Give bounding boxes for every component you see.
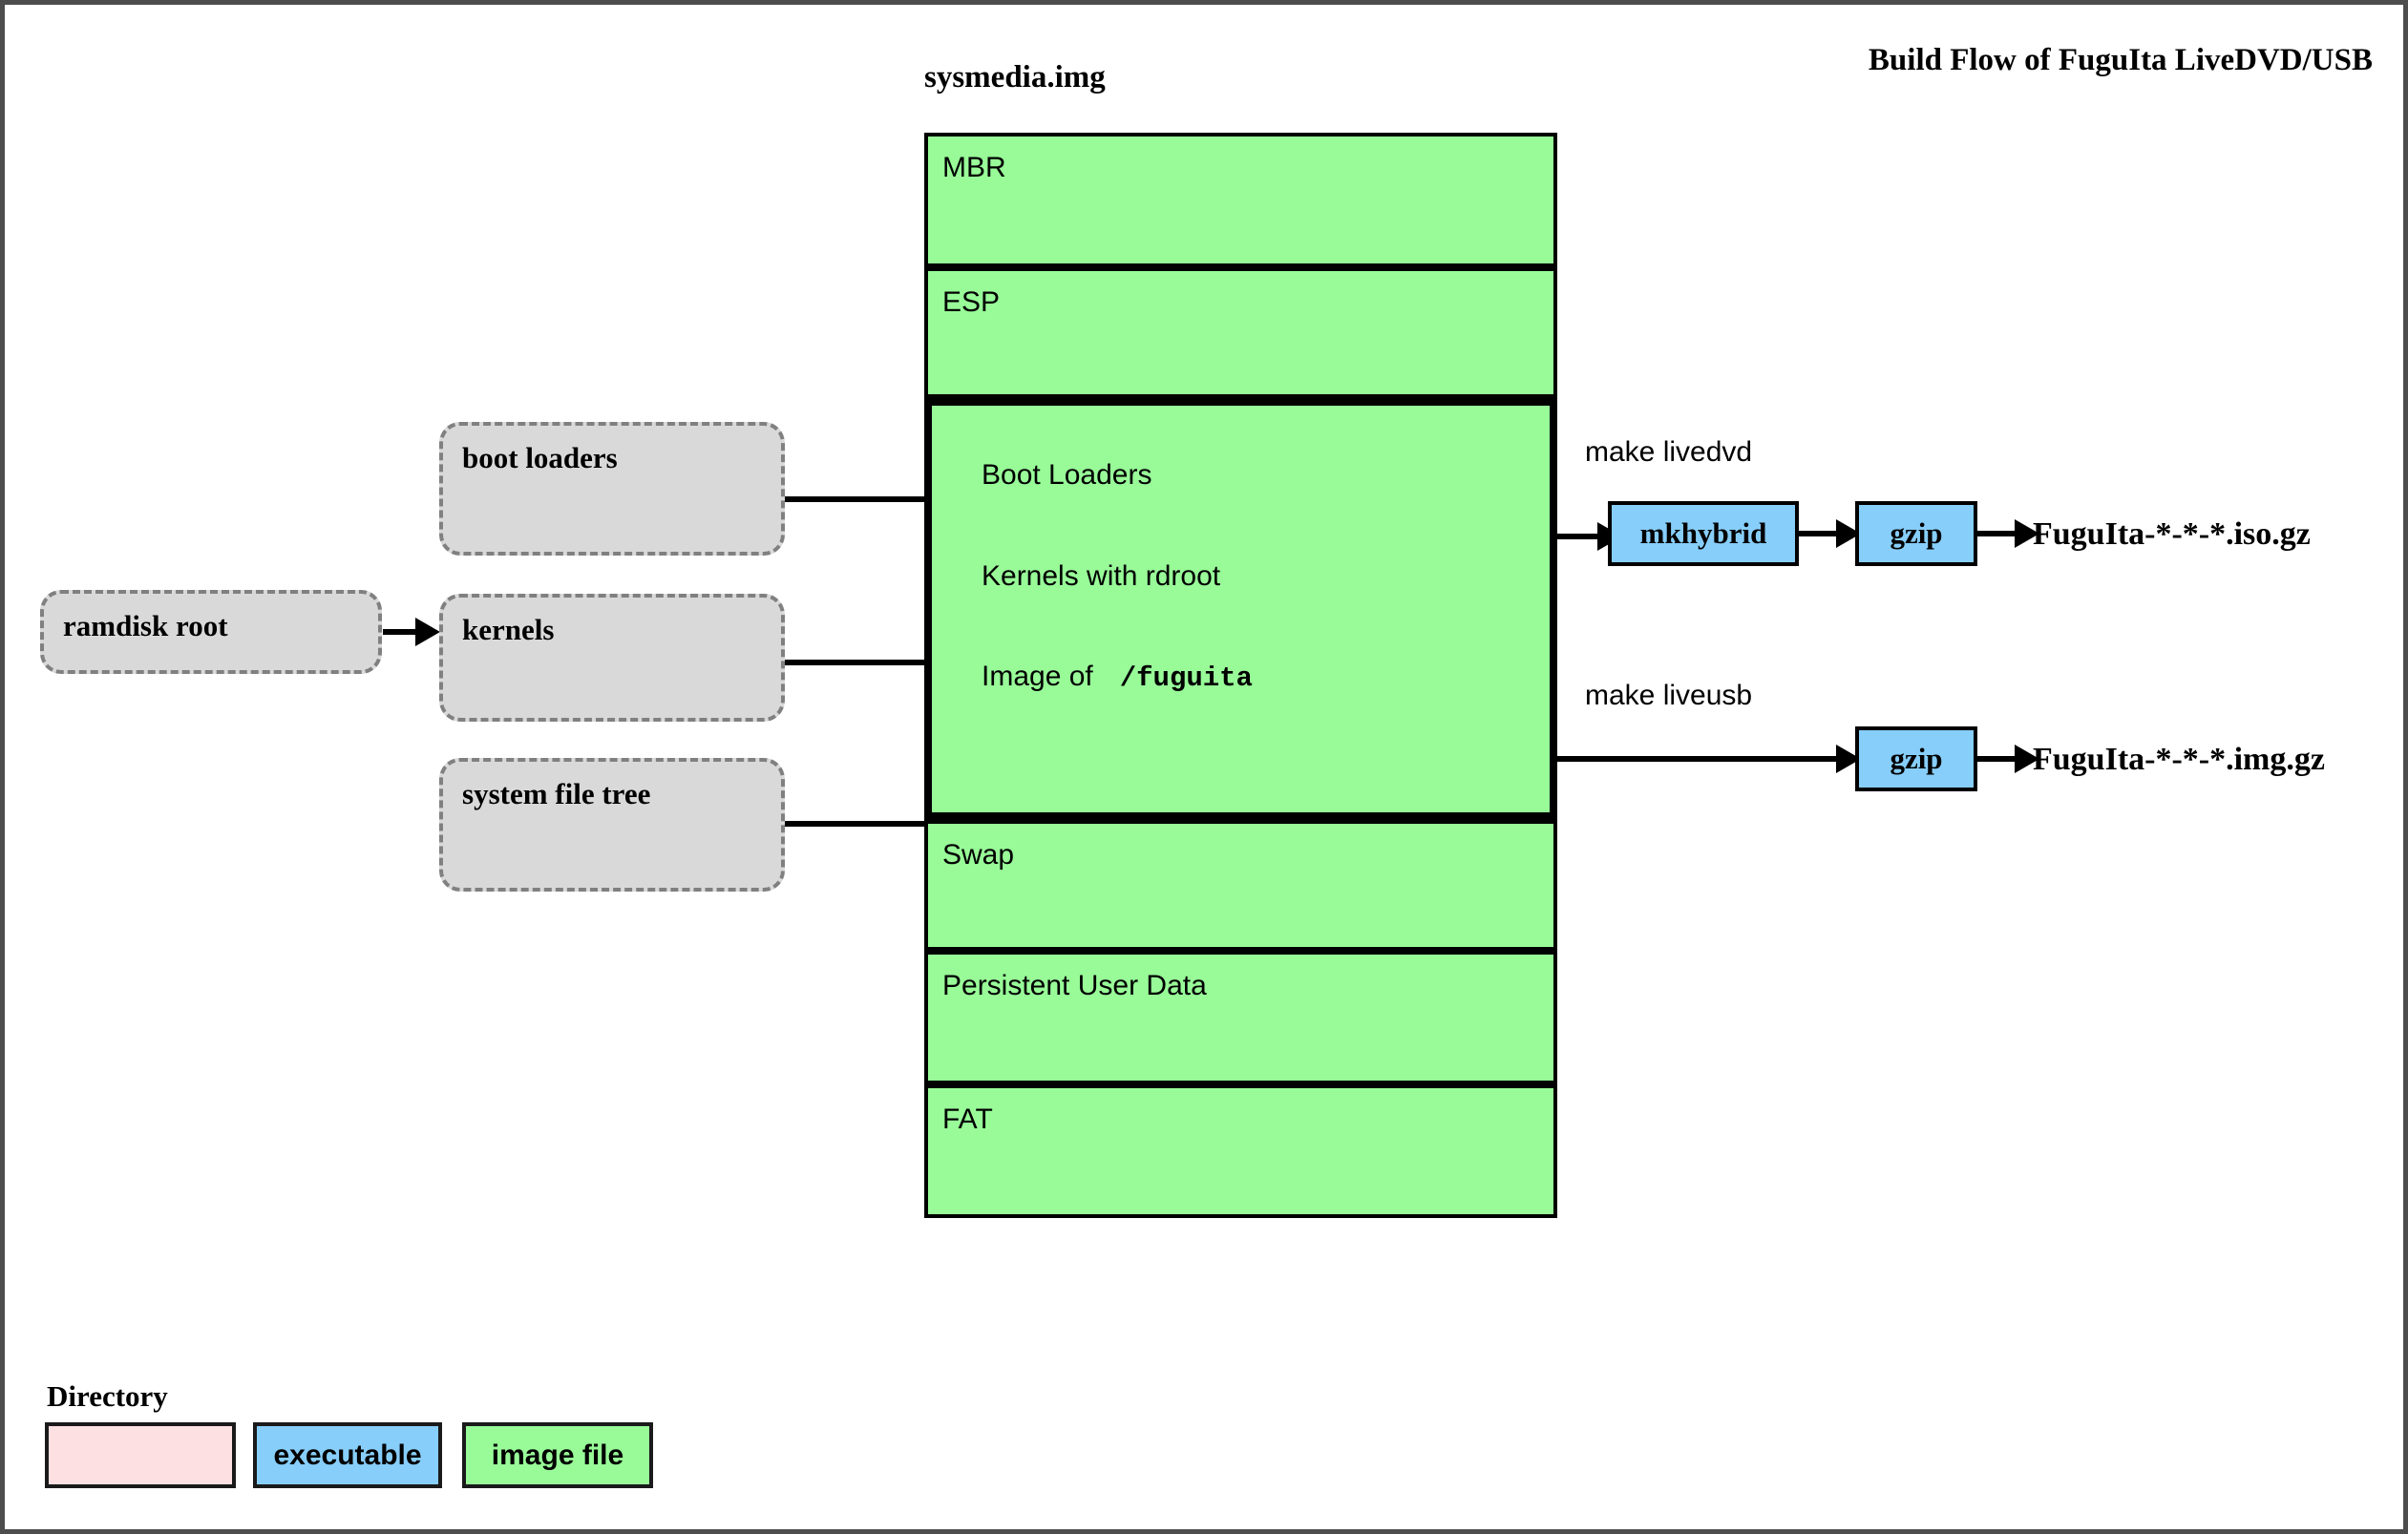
partition-esp[interactable]: ESP (924, 267, 1557, 398)
payload-path: /fuguita (1119, 662, 1253, 694)
partition-label: FAT (942, 1103, 993, 1135)
partition-label: MBR (942, 152, 1006, 183)
diagram-canvas: Build Flow of FuguIta LiveDVD/USB sysmed… (0, 0, 2408, 1534)
partition-fuguita-payload[interactable]: Boot Loaders Kernels with rdroot Image o… (924, 398, 1557, 820)
page-title: Build Flow of FuguIta LiveDVD/USB (1868, 43, 2373, 77)
directory-system-file-tree[interactable]: system file tree (439, 758, 785, 892)
legend-swatch-executable: executable (253, 1422, 442, 1488)
directory-label: ramdisk root (63, 609, 228, 642)
legend-swatch-image: image file (462, 1422, 653, 1488)
connector-sysmedia-to-gzip-usb (1555, 756, 1853, 762)
directory-label: system file tree (462, 777, 651, 810)
partition-fat[interactable]: FAT (924, 1084, 1557, 1218)
payload-row-kernels-with-rdroot: Kernels with rdroot (982, 560, 1220, 593)
partition-persistent-user-data[interactable]: Persistent User Data (924, 951, 1557, 1084)
payload-row-boot-loaders: Boot Loaders (982, 459, 1151, 492)
directory-label: boot loaders (462, 441, 618, 474)
executable-gzip-liveusb[interactable]: gzip (1855, 726, 1977, 791)
partition-label: Persistent User Data (942, 970, 1207, 1001)
legend-label: executable (273, 1439, 422, 1471)
output-img-gz: FuguIta-*-*-*.img.gz (2033, 742, 2325, 777)
payload-label: Kernels with rdroot (982, 560, 1221, 592)
make-livedvd-label: make livedvd (1585, 436, 1753, 468)
partition-swap[interactable]: Swap (924, 820, 1557, 951)
payload-label: Boot Loaders (982, 459, 1152, 491)
legend-directory-caption: Directory (47, 1379, 168, 1413)
payload-row-image-of-fuguita: Image of /fuguita (982, 661, 1253, 694)
partition-mbr[interactable]: MBR (924, 133, 1557, 267)
executable-mkhybrid[interactable]: mkhybrid (1608, 501, 1799, 566)
partition-label: Swap (942, 839, 1015, 871)
payload-label: Image of (982, 661, 1093, 692)
output-iso-gz: FuguIta-*-*-*.iso.gz (2033, 516, 2311, 552)
directory-kernels[interactable]: kernels (439, 594, 785, 722)
executable-label: gzip (1890, 516, 1943, 550)
legend-swatch-directory (45, 1422, 236, 1488)
directory-boot-loaders[interactable]: boot loaders (439, 422, 785, 556)
executable-label: gzip (1890, 742, 1943, 775)
executable-label: mkhybrid (1639, 516, 1767, 550)
directory-label: kernels (462, 613, 555, 646)
legend-label: image file (491, 1439, 624, 1471)
sysmedia-img-stack: MBR ESP Boot Loaders Kernels with rdroot… (924, 133, 1557, 1294)
directory-ramdisk-root[interactable]: ramdisk root (40, 590, 382, 674)
sysmedia-img-title: sysmedia.img (924, 60, 1106, 95)
executable-gzip-livedvd[interactable]: gzip (1855, 501, 1977, 566)
partition-label: ESP (942, 286, 1001, 318)
arrowhead-icon (415, 618, 440, 646)
make-liveusb-label: make liveusb (1585, 680, 1753, 711)
